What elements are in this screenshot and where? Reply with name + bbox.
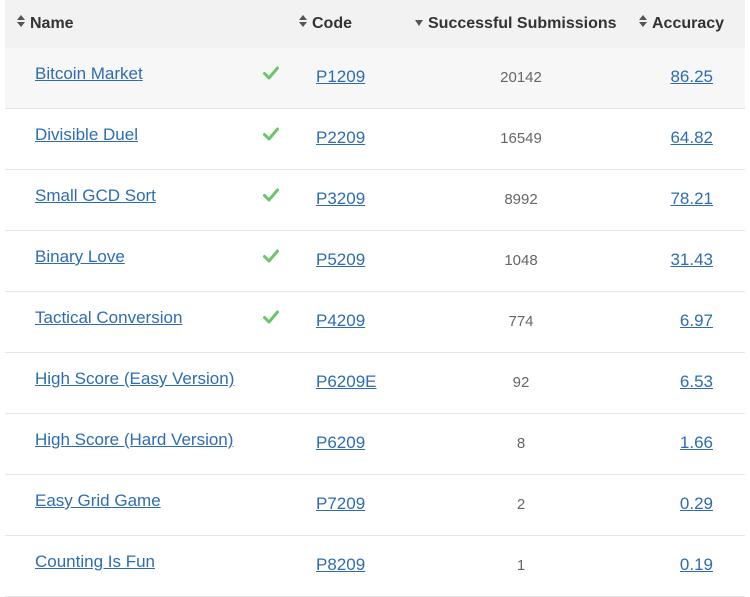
problem-name-link[interactable]: High Score (Easy Version): [35, 369, 234, 388]
accuracy-link[interactable]: 0.19: [680, 555, 713, 574]
code-column-header[interactable]: Code: [299, 0, 352, 48]
table-body: Bitcoin Market P1209 20142 86.25 Divisible D…: [5, 48, 745, 597]
problem-code-link[interactable]: P7209: [316, 494, 365, 513]
accuracy-cell: 0.29: [680, 494, 713, 514]
problem-code-link[interactable]: P6209: [316, 433, 365, 452]
table-row: High Score (Hard Version) P6209 8 1.66: [5, 414, 745, 475]
sort-both-icon[interactable]: [299, 15, 307, 30]
problem-code-cell: P1209: [316, 67, 365, 87]
problem-name-link[interactable]: Binary Love: [35, 247, 125, 266]
accuracy-link[interactable]: 1.66: [680, 433, 713, 452]
accuracy-link[interactable]: 6.97: [680, 311, 713, 330]
problem-code-cell: P3209: [316, 189, 365, 209]
accuracy-cell: 1.66: [680, 433, 713, 453]
problem-code-cell: P2209: [316, 128, 365, 148]
problem-name-cell: High Score (Hard Version): [35, 430, 233, 450]
problem-name-link[interactable]: Bitcoin Market: [35, 64, 143, 83]
table-row: Bitcoin Market P1209 20142 86.25: [5, 48, 745, 109]
check-icon: [263, 248, 279, 268]
problem-code-cell: P5209: [316, 250, 365, 270]
problem-name-cell: Tactical Conversion: [35, 308, 182, 328]
accuracy-cell: 31.43: [670, 250, 713, 270]
accuracy-cell: 86.25: [670, 67, 713, 87]
successful-submissions-cell: 92: [512, 374, 530, 391]
accuracy-link[interactable]: 86.25: [670, 67, 713, 86]
successful-submissions-cell: 774: [508, 313, 534, 330]
problem-code-cell: P8209: [316, 555, 365, 575]
table-row: Tactical Conversion P4209 774 6.97: [5, 292, 745, 353]
problem-name-link[interactable]: Counting Is Fun: [35, 552, 155, 571]
accuracy-cell: 6.97: [680, 311, 713, 331]
problem-code-link[interactable]: P5209: [316, 250, 365, 269]
problem-name-cell: Binary Love: [35, 247, 125, 267]
table-row: Binary Love P5209 1048 31.43: [5, 231, 745, 292]
problem-code-link[interactable]: P6209E: [316, 372, 377, 391]
problem-code-link[interactable]: P3209: [316, 189, 365, 208]
sort-both-icon[interactable]: [17, 15, 25, 30]
problem-code-link[interactable]: P8209: [316, 555, 365, 574]
table-row: High Score (Easy Version) P6209E 92 6.53: [5, 353, 745, 414]
accuracy-cell: 6.53: [680, 372, 713, 392]
problem-name-cell: Bitcoin Market: [35, 64, 143, 84]
problem-code-link[interactable]: P2209: [316, 128, 365, 147]
problem-code-cell: P7209: [316, 494, 365, 514]
sort-desc-icon[interactable]: [415, 19, 423, 30]
code-header-label: Code: [312, 15, 352, 32]
accuracy-link[interactable]: 0.29: [680, 494, 713, 513]
problem-name-cell: Small GCD Sort: [35, 186, 156, 206]
check-icon: [263, 126, 279, 146]
check-icon: [263, 187, 279, 207]
name-column-header[interactable]: Name: [17, 0, 74, 48]
problem-name-cell: Easy Grid Game: [35, 491, 161, 511]
successful-submissions-cell: 1048: [504, 252, 538, 269]
accuracy-link[interactable]: 6.53: [680, 372, 713, 391]
accuracy-header-label: Accuracy: [652, 15, 725, 32]
problem-name-cell: Divisible Duel: [35, 125, 138, 145]
name-header-label: Name: [30, 15, 74, 32]
accuracy-column-header[interactable]: Accuracy: [639, 0, 724, 48]
successful-submissions-cell: 8: [516, 435, 526, 452]
accuracy-link[interactable]: 78.21: [670, 189, 713, 208]
successful-submissions-cell: 20142: [500, 69, 542, 86]
problem-code-link[interactable]: P4209: [316, 311, 365, 330]
submissions-column-header[interactable]: Successful Submissions: [415, 0, 617, 48]
problem-name-link[interactable]: Tactical Conversion: [35, 308, 182, 327]
problem-name-cell: Counting Is Fun: [35, 552, 155, 572]
accuracy-cell: 78.21: [670, 189, 713, 209]
successful-submissions-cell: 8992: [504, 191, 538, 208]
problem-name-link[interactable]: Divisible Duel: [35, 125, 138, 144]
problem-code-cell: P6209: [316, 433, 365, 453]
table-row: Counting Is Fun P8209 1 0.19: [5, 536, 745, 597]
successful-submissions-cell: 16549: [500, 130, 542, 147]
accuracy-link[interactable]: 64.82: [670, 128, 713, 147]
successful-submissions-cell: 1: [516, 557, 526, 574]
problem-code-cell: P4209: [316, 311, 365, 331]
accuracy-link[interactable]: 31.43: [670, 250, 713, 269]
check-icon: [263, 309, 279, 329]
problem-name-link[interactable]: Small GCD Sort: [35, 186, 156, 205]
problem-code-cell: P6209E: [316, 372, 377, 392]
problem-name-link[interactable]: High Score (Hard Version): [35, 430, 233, 449]
check-icon: [263, 65, 279, 85]
table-row: Divisible Duel P2209 16549 64.82: [5, 109, 745, 170]
problem-name-link[interactable]: Easy Grid Game: [35, 491, 161, 510]
accuracy-cell: 64.82: [670, 128, 713, 148]
problems-table: Name Code Successful Submissions Accurac…: [5, 0, 745, 597]
problem-name-cell: High Score (Easy Version): [35, 369, 234, 389]
table-header: Name Code Successful Submissions Accurac…: [5, 0, 745, 48]
accuracy-cell: 0.19: [680, 555, 713, 575]
table-row: Easy Grid Game P7209 2 0.29: [5, 475, 745, 536]
successful-submissions-cell: 2: [516, 496, 526, 513]
problem-code-link[interactable]: P1209: [316, 67, 365, 86]
sort-both-icon[interactable]: [639, 15, 647, 30]
table-row: Small GCD Sort P3209 8992 78.21: [5, 170, 745, 231]
submissions-header-label: Successful Submissions: [428, 15, 617, 32]
